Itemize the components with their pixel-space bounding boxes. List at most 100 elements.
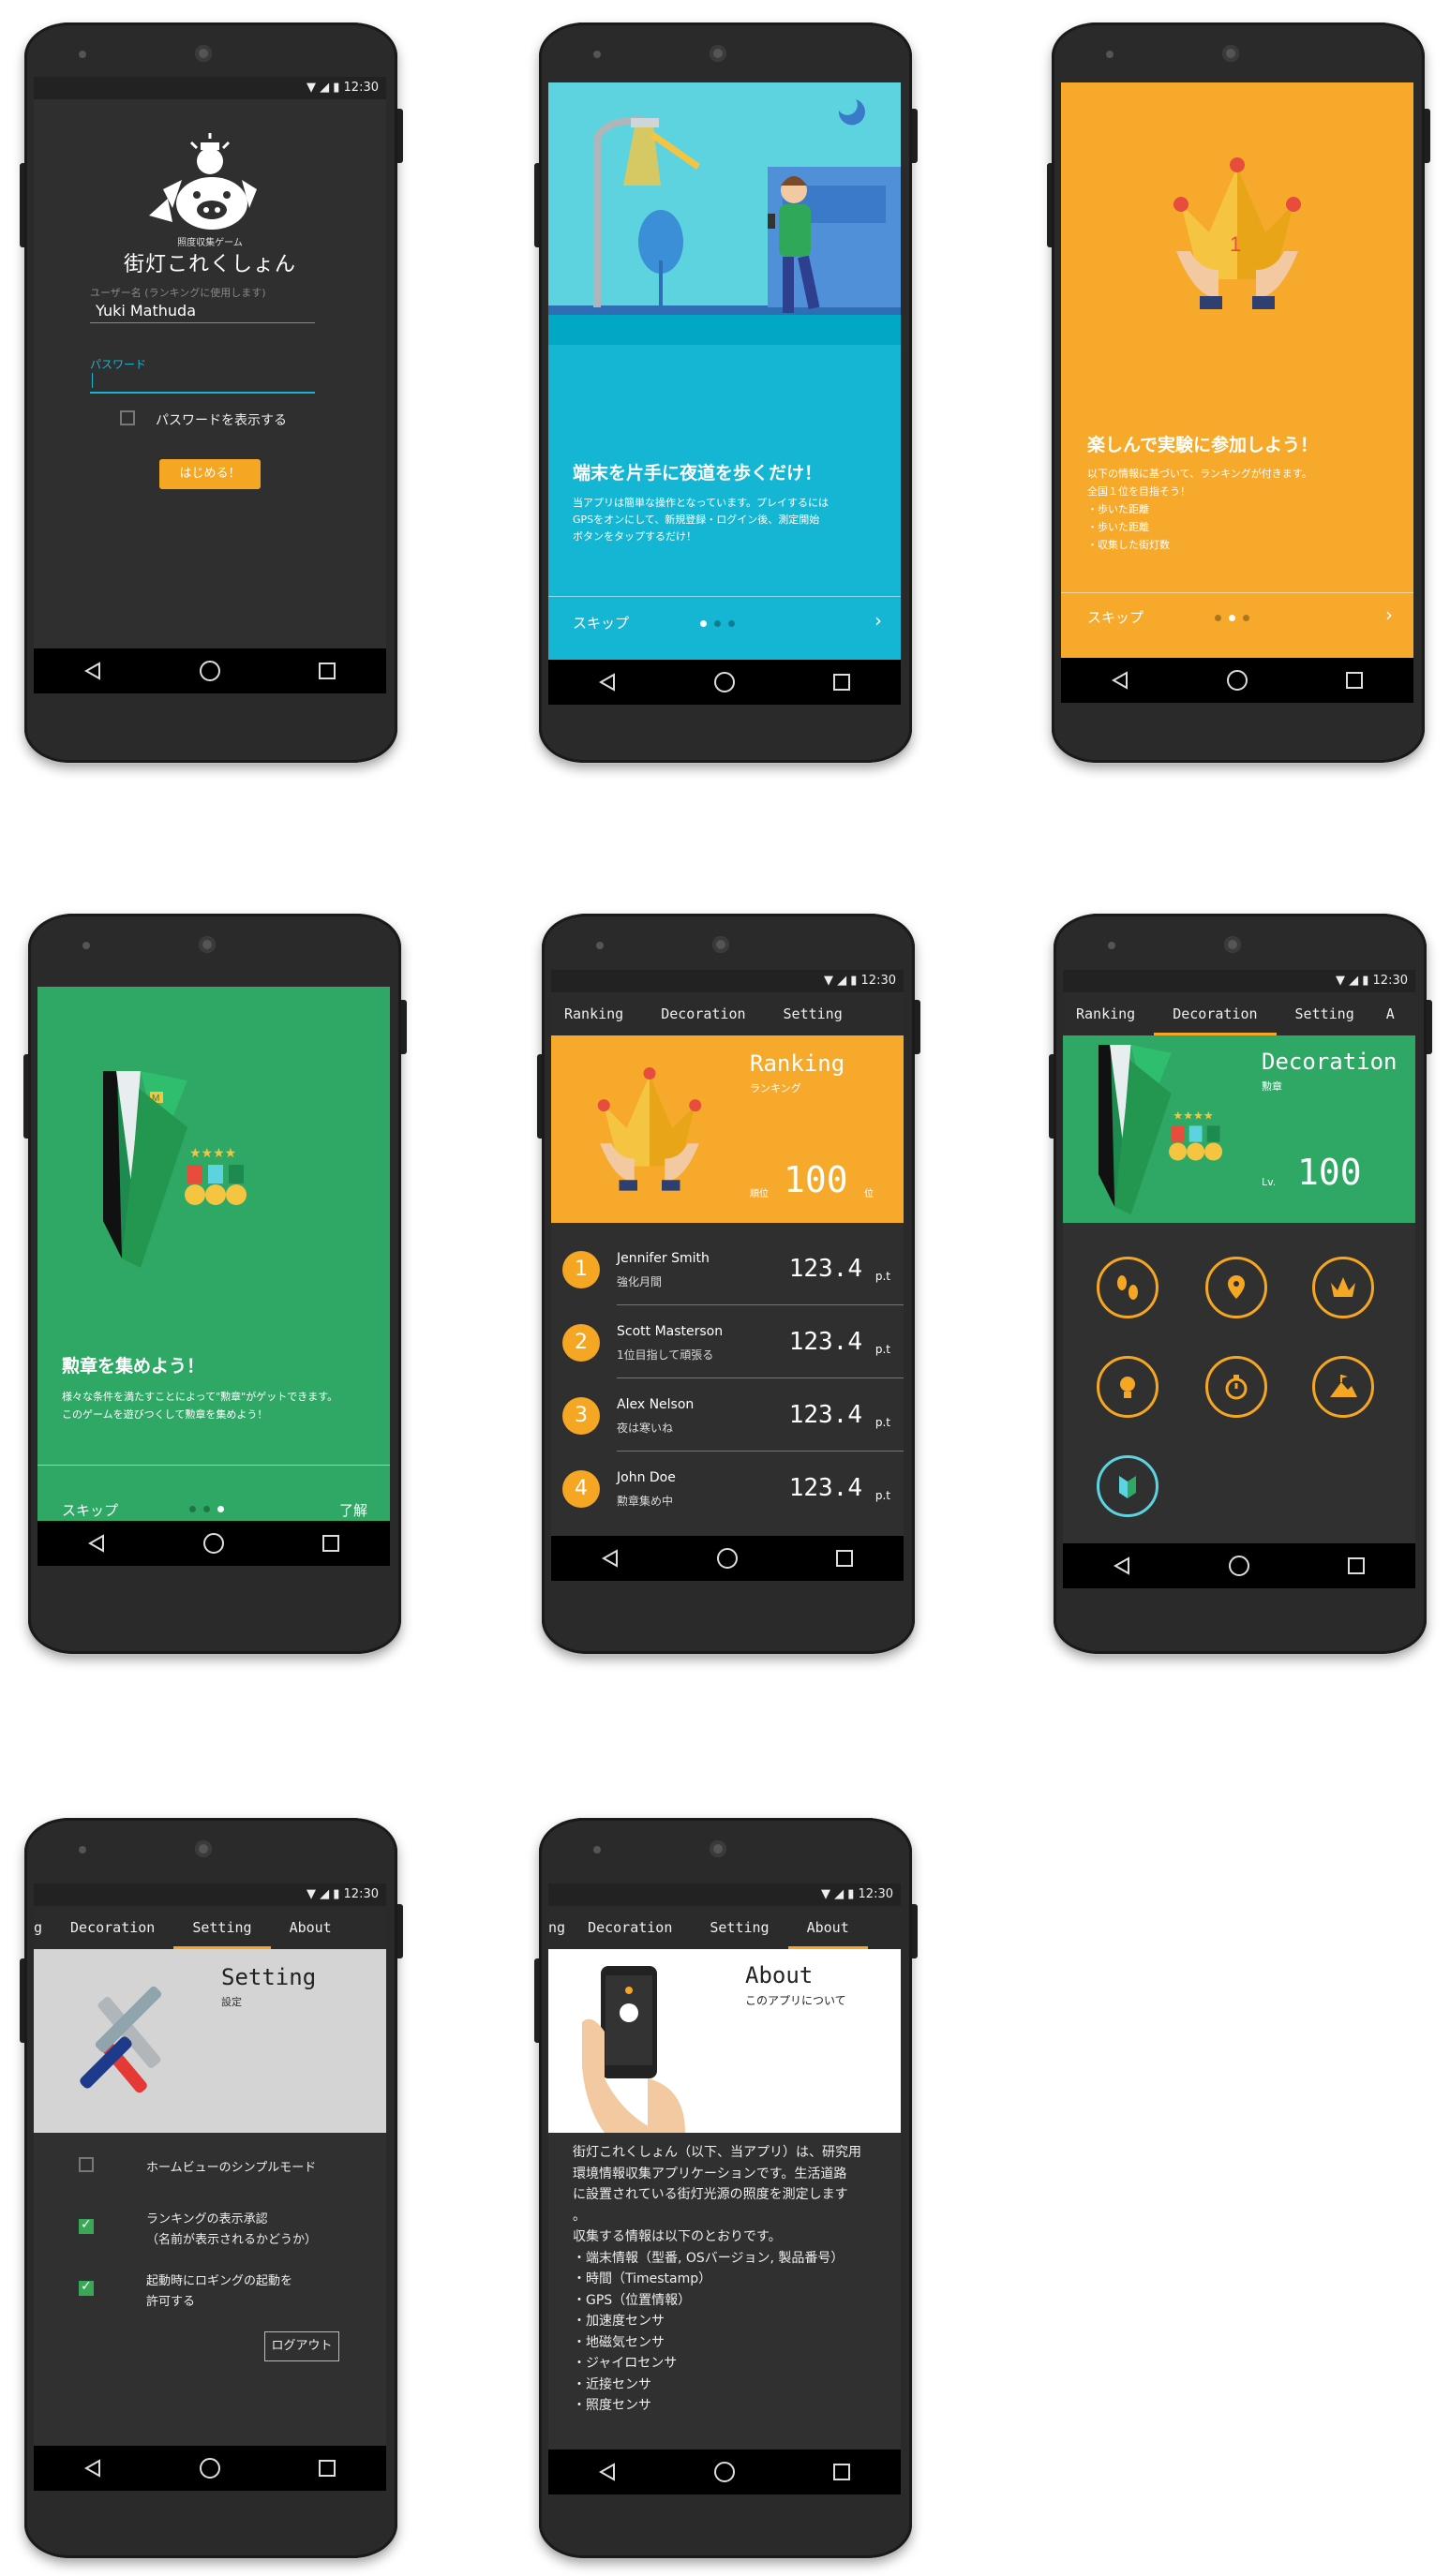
recents-icon[interactable] (823, 2453, 860, 2491)
chevron-right-icon[interactable]: › (874, 609, 882, 632)
home-icon[interactable] (1218, 662, 1256, 699)
setting-header: Setting 設定 (34, 1949, 386, 2133)
chevron-right-icon[interactable]: › (1385, 603, 1393, 626)
home-icon[interactable] (706, 2453, 743, 2491)
username-field[interactable]: Yuki Mathuda (90, 298, 315, 323)
recents-icon[interactable] (308, 2449, 346, 2487)
footprints-icon[interactable] (1097, 1257, 1159, 1318)
back-icon[interactable] (1101, 662, 1139, 699)
tab-about-partial[interactable]: A (1373, 992, 1413, 1035)
recents-icon[interactable] (1336, 662, 1373, 699)
recents-icon[interactable] (826, 1540, 863, 1577)
ranking-row[interactable]: 2 Scott Masterson 1位目指して頑張る 123.4 p.t (551, 1307, 904, 1378)
back-icon[interactable] (589, 663, 626, 701)
ranking-header: Ranking ランキング 順位 100 位 (551, 1035, 904, 1223)
done-button[interactable]: 了解 (339, 1500, 367, 1520)
intro-ranking-body: 以下の情報に基づいて、ランキングが付きます。 全国１位を目指そう！ ・歩いた距離… (1087, 468, 1312, 551)
phone-intro-ranking: 1 楽しんで実験に参加しよう！ 以下の情報に基づいて、ランキングが付きます。 全… (1047, 22, 1430, 763)
home-icon[interactable] (706, 663, 743, 701)
username-value: Yuki Mathuda (96, 302, 196, 320)
ranking-row[interactable]: 1 Jennifer Smith 強化月間 123.4 p.t (551, 1234, 904, 1305)
beginner-mark-icon[interactable] (1097, 1455, 1159, 1517)
stopwatch-icon[interactable] (1205, 1356, 1267, 1418)
score-unit: p.t (874, 1489, 890, 1502)
lightbulb-icon[interactable] (1097, 1356, 1159, 1418)
tab-about[interactable]: About (787, 1906, 868, 1949)
home-icon[interactable] (1220, 1547, 1258, 1585)
tab-ranking-partial[interactable]: g (34, 1906, 70, 1949)
mountain-flag-icon[interactable] (1312, 1356, 1374, 1418)
page-indicator (700, 620, 735, 627)
about-line: ・時間（Timestamp） (573, 2271, 712, 2286)
medal-jacket-illustration: M ★★★★ (103, 1071, 247, 1268)
rank-badge: 4 (562, 1470, 600, 1508)
lv-value: 100 (1297, 1152, 1362, 1193)
auto-logging-checkbox[interactable] (79, 2279, 94, 2296)
tab-setting[interactable]: Setting (1277, 992, 1373, 1035)
setting-option[interactable]: ランキングの表示承認 （名前が表示されるかどうか） (34, 2210, 386, 2256)
app-logo (149, 133, 257, 230)
back-icon[interactable] (74, 652, 112, 690)
home-icon[interactable] (195, 1525, 232, 1562)
show-password-checkbox[interactable] (120, 410, 135, 425)
score-unit: p.t (874, 1343, 890, 1356)
simple-mode-checkbox[interactable] (79, 2157, 94, 2172)
recents-icon[interactable] (1338, 1547, 1375, 1585)
intro-medals-heading: 勲章を集めよう！ (62, 1356, 205, 1377)
player-name: Alex Nelson (617, 1397, 695, 1412)
phone-in-hand-illustration (582, 1966, 685, 2133)
player-name: John Doe (617, 1470, 676, 1485)
password-field[interactable] (90, 369, 315, 394)
home-icon[interactable] (191, 652, 229, 690)
tab-decoration[interactable]: Decoration (1154, 992, 1277, 1035)
nav-bar (1063, 1543, 1415, 1588)
tab-ranking-partial[interactable]: ng (548, 1906, 588, 1949)
map-pin-icon[interactable] (1205, 1257, 1267, 1318)
player-comment: 1位目指して頑張る (617, 1348, 714, 1362)
about-screen: ▼ ◢ ▮ 12:30 ng Decoration Setting About … (548, 1884, 901, 2494)
crown-icon[interactable] (1312, 1257, 1374, 1318)
tab-ranking[interactable]: Ranking (551, 992, 642, 1035)
setting-screen: ▼ ◢ ▮ 12:30 g Decoration Setting About S… (34, 1884, 386, 2491)
back-icon[interactable] (1103, 1547, 1141, 1585)
back-icon[interactable] (74, 2449, 112, 2487)
home-icon[interactable] (709, 1540, 746, 1577)
ranking-row[interactable]: 3 Alex Nelson 夜は寒いね 123.4 p.t (551, 1380, 904, 1452)
tab-decoration[interactable]: Decoration (642, 992, 764, 1035)
player-name: Jennifer Smith (617, 1251, 710, 1266)
tools-icon (80, 1986, 162, 2093)
tab-decoration[interactable]: Decoration (588, 1906, 691, 1949)
camera (1222, 45, 1239, 62)
back-icon[interactable] (78, 1525, 115, 1562)
logout-button[interactable]: ログアウト (264, 2331, 339, 2361)
rank-badge: 2 (562, 1324, 600, 1362)
camera (199, 936, 216, 953)
ranking-row[interactable]: 4 John Doe 勲章集め中 123.4 p.t (551, 1453, 904, 1525)
status-bar: ▼ ◢ ▮ 12:30 (548, 1884, 901, 1906)
recents-icon[interactable] (312, 1525, 350, 1562)
skip-button[interactable]: スキップ (1087, 607, 1144, 627)
about-line: 街灯これくしょん（以下、当アプリ）は、研究用 (573, 2145, 861, 2160)
setting-option[interactable]: 起動時にロギングの起動を 許可する (34, 2271, 386, 2318)
about-line: ・ジャイロセンサ (573, 2356, 678, 2371)
tab-setting[interactable]: Setting (691, 1906, 787, 1949)
rank-badge: 3 (562, 1397, 600, 1435)
tab-setting[interactable]: Setting (173, 1906, 271, 1949)
ranking-visibility-checkbox[interactable] (79, 2217, 94, 2234)
skip-button[interactable]: スキップ (62, 1500, 118, 1520)
recents-icon[interactable] (823, 663, 860, 701)
recents-icon[interactable] (308, 652, 346, 690)
skip-button[interactable]: スキップ (573, 613, 629, 633)
tab-decoration[interactable]: Decoration (70, 1906, 173, 1949)
player-score: 123.4 (788, 1401, 862, 1429)
setting-option[interactable]: ホームビューのシンプルモード (34, 2155, 386, 2193)
back-icon[interactable] (589, 2453, 626, 2491)
tab-ranking[interactable]: Ranking (1063, 992, 1154, 1035)
back-icon[interactable] (591, 1540, 629, 1577)
tab-bar: Ranking Decoration Setting (551, 992, 904, 1035)
tab-about[interactable]: About (271, 1906, 351, 1949)
tab-setting[interactable]: Setting (765, 992, 861, 1035)
start-button[interactable]: はじめる！ (159, 459, 261, 489)
home-icon[interactable] (191, 2449, 229, 2487)
app-subtitle: 照度収集ゲーム (177, 238, 243, 248)
